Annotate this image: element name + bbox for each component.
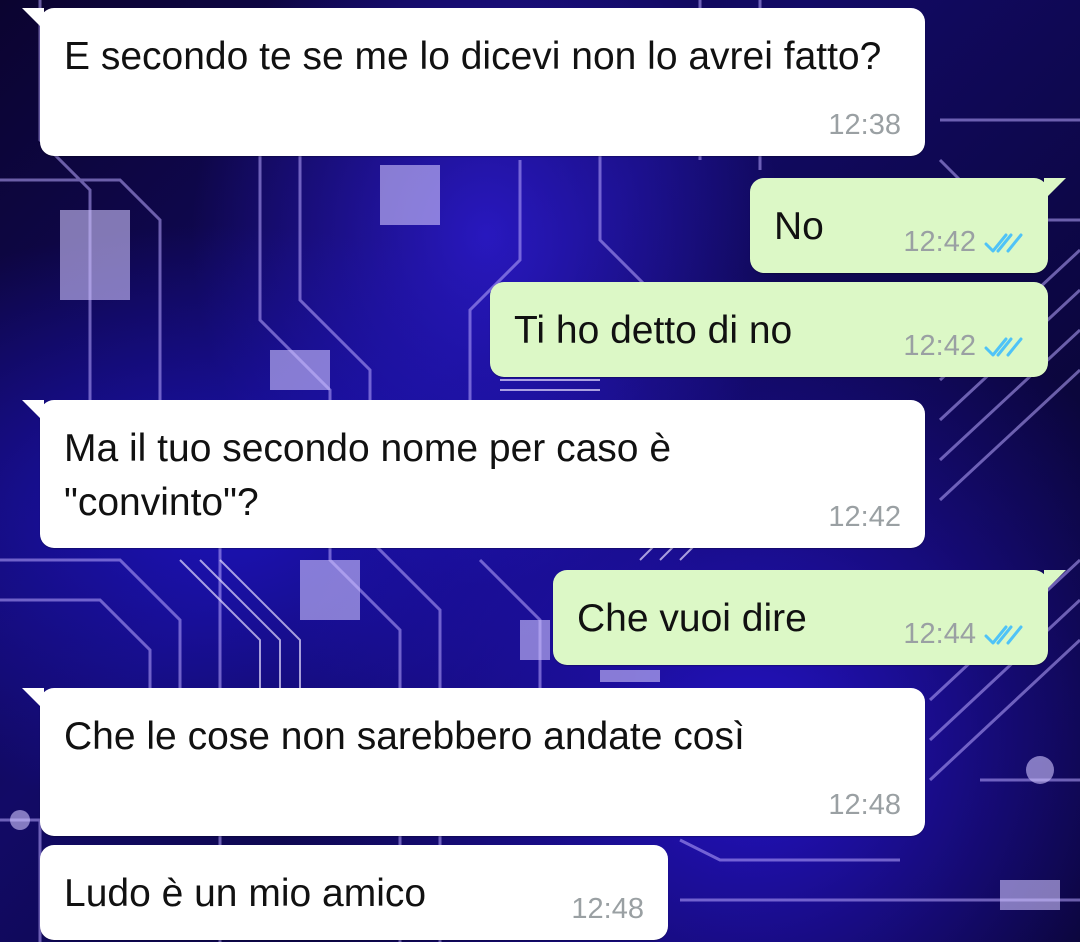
message-text: Ti ho detto di no <box>514 309 793 352</box>
message-bubble-incoming[interactable]: Che le cose non sarebbero andate così 12… <box>22 688 925 836</box>
message-timestamp: 12:48 <box>571 893 644 925</box>
message-timestamp: 12:38 <box>828 109 901 141</box>
message-bubble-outgoing[interactable]: Ti ho detto di no 12:42 <box>490 282 1048 377</box>
message-text: Ma il tuo secondo nome per caso è "convi… <box>64 427 682 524</box>
bubble-tail <box>22 400 44 422</box>
message-text: Ludo è un mio amico <box>64 872 427 915</box>
message-text: Che le cose non sarebbero andate così <box>64 715 745 758</box>
message-bubble-outgoing[interactable]: No 12:42 <box>750 178 1066 273</box>
message-timestamp: 12:42 <box>903 330 976 362</box>
message-text: E secondo te se me lo dicevi non lo avre… <box>64 35 882 78</box>
double-check-icon <box>984 233 1023 252</box>
double-check-icon <box>984 625 1023 644</box>
message-meta: 12:42 <box>903 226 1024 259</box>
bubble-tail <box>22 688 44 710</box>
message-meta: 12:38 <box>828 109 901 142</box>
message-timestamp: 12:44 <box>903 618 976 650</box>
message-meta: 12:42 <box>903 330 1024 363</box>
bubble-tail <box>1044 570 1066 592</box>
message-bubble-incoming[interactable]: E secondo te se me lo dicevi non lo avre… <box>22 8 925 156</box>
message-meta: 12:44 <box>903 618 1024 651</box>
message-meta: 12:48 <box>571 893 644 926</box>
message-bubble-incoming[interactable]: Ma il tuo secondo nome per caso è "convi… <box>22 400 925 548</box>
message-bubble-incoming[interactable]: Ludo è un mio amico 12:48 <box>40 845 668 940</box>
message-text: No <box>774 205 824 248</box>
message-timestamp: 12:48 <box>828 789 901 821</box>
message-text: Che vuoi dire <box>577 597 807 640</box>
message-meta: 12:48 <box>828 789 901 822</box>
double-check-icon <box>984 337 1023 356</box>
bubble-tail <box>1044 178 1066 200</box>
message-bubble-outgoing[interactable]: Che vuoi dire 12:44 <box>553 570 1066 665</box>
bubble-tail <box>22 8 44 30</box>
message-meta: 12:42 <box>828 501 901 534</box>
message-timestamp: 12:42 <box>828 501 901 533</box>
message-timestamp: 12:42 <box>903 226 976 258</box>
